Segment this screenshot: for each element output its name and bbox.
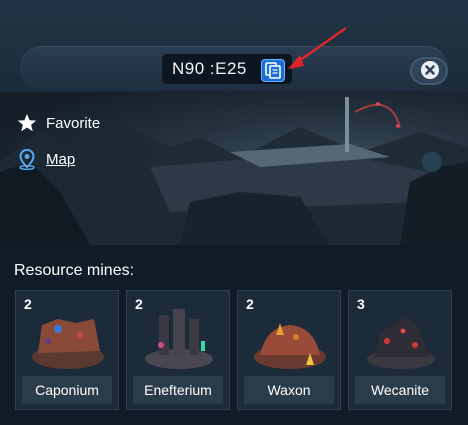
location-panel: N90 :E25 Favorite Map Resource mines: 2 … bbox=[0, 0, 468, 425]
annotation-arrow bbox=[288, 27, 347, 69]
